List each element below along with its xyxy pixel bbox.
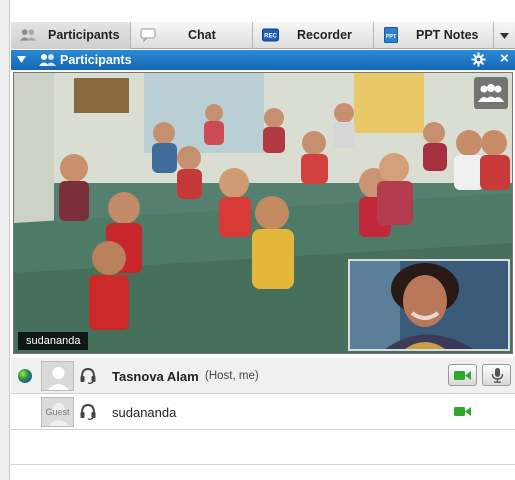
tab-chat-label: Chat (188, 28, 216, 42)
ppt-icon: PPT (384, 27, 398, 43)
chat-bubble-icon (140, 28, 156, 42)
default-avatar-icon (42, 362, 73, 390)
tab-overflow-button[interactable] (494, 22, 515, 49)
people-icon (39, 54, 56, 66)
people-layout-icon (478, 84, 504, 102)
participant-role: (Host, me) (205, 370, 259, 382)
panel-tab-bar: Participants Chat REC Recorder PPT PPT N… (11, 22, 515, 49)
video-camera-icon[interactable] (454, 406, 471, 417)
tab-ppt-notes-label: PPT Notes (416, 28, 479, 42)
guest-avatar-label: Guest (45, 407, 70, 417)
tab-recorder-label: Recorder (297, 28, 352, 42)
tab-recorder[interactable]: REC Recorder (253, 22, 374, 49)
participants-panel-header: Participants × (11, 50, 515, 70)
video-layout-button[interactable] (474, 77, 508, 109)
tab-chat[interactable]: Chat (131, 22, 253, 49)
participant-row-empty (11, 430, 515, 465)
tab-participants[interactable]: Participants (11, 22, 131, 49)
participant-row-guest[interactable]: Guest sudananda (11, 394, 515, 430)
participant-name: Tasnova Alam (112, 369, 199, 384)
mic-toggle-button[interactable] (482, 364, 511, 386)
rec-badge-text: REC (264, 34, 277, 40)
main-video-name-tag: sudananda (18, 332, 89, 350)
participant-row-host[interactable]: Tasnova Alam (Host, me) (11, 358, 515, 394)
microphone-icon (491, 368, 503, 383)
headset-icon (80, 403, 96, 420)
collapse-triangle-icon[interactable] (17, 56, 26, 63)
video-toggle-button[interactable] (448, 364, 477, 386)
video-camera-icon (454, 370, 471, 380)
avatar (41, 361, 74, 391)
participant-name: sudananda (112, 405, 177, 420)
panel-title: Participants (60, 53, 132, 67)
ppt-badge-text: PPT (386, 34, 397, 40)
left-edge-strip (0, 0, 10, 480)
participants-icon (20, 29, 36, 41)
gear-icon[interactable] (471, 52, 486, 67)
presenter-video (350, 261, 508, 349)
headset-icon (80, 367, 96, 384)
chevron-down-icon (500, 32, 509, 39)
avatar: Guest (41, 397, 74, 427)
tab-ppt-notes[interactable]: PPT PPT Notes (374, 22, 494, 49)
self-video-thumbnail[interactable] (348, 259, 510, 351)
tab-participants-label: Participants (48, 28, 120, 42)
globe-status-icon (18, 369, 32, 383)
main-video-feed: sudananda (13, 72, 513, 354)
close-icon[interactable]: × (500, 50, 509, 67)
rec-icon: REC (262, 28, 279, 42)
